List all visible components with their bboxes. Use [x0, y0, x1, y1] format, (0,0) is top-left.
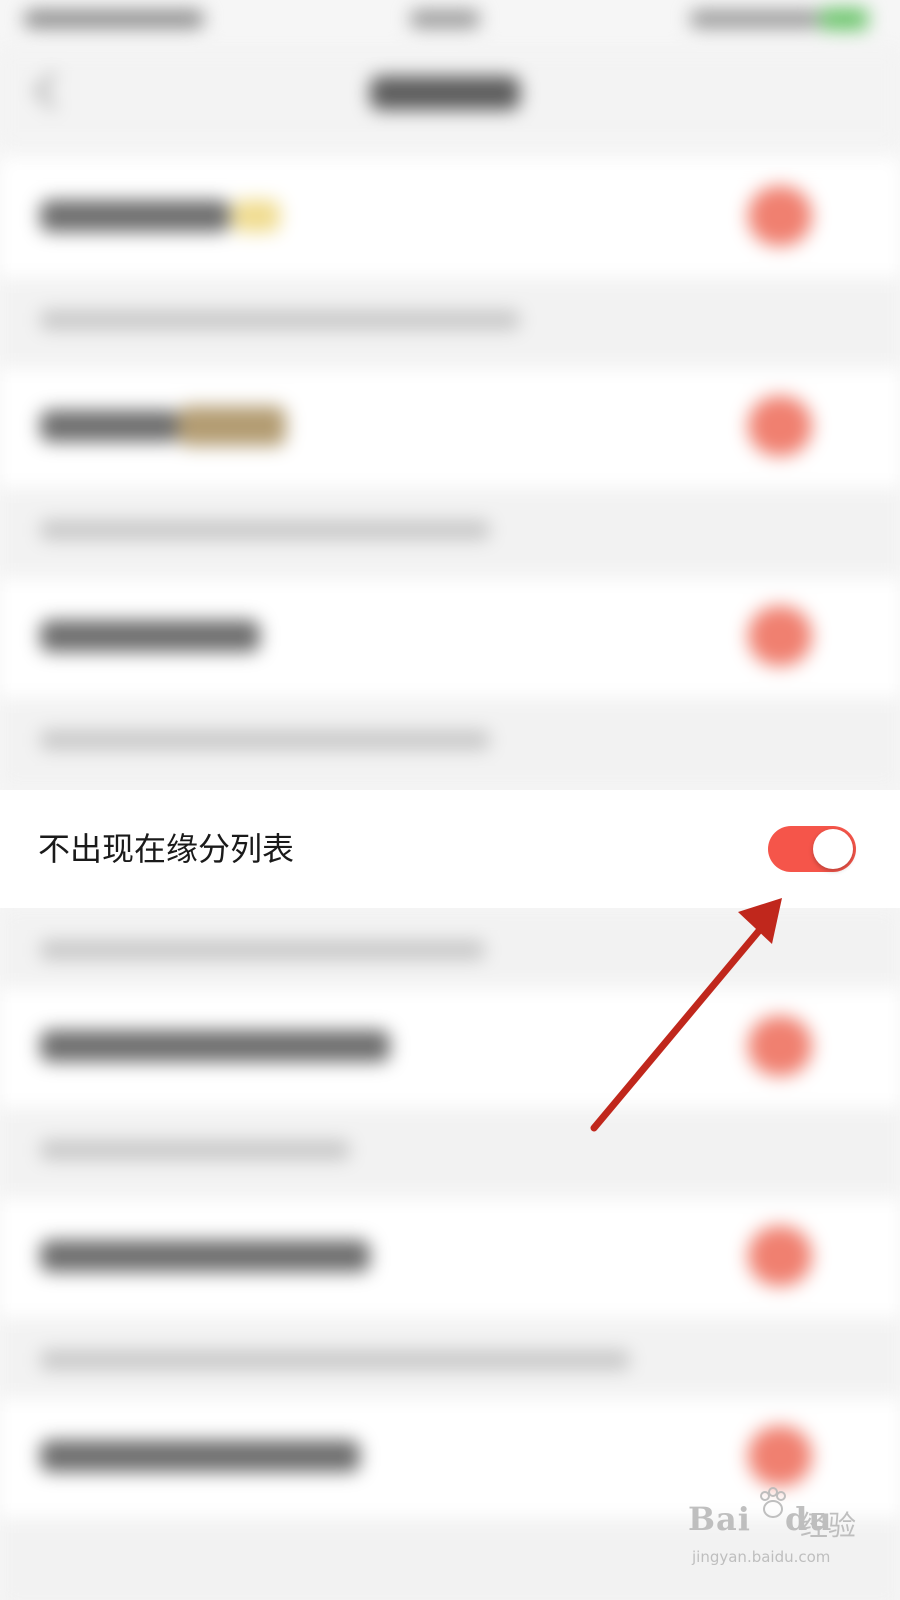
watermark-url: jingyan.baidu.com [692, 1548, 831, 1566]
toggle-switch[interactable] [748, 1016, 812, 1076]
setting-label: 不出现在缘分列表 [38, 830, 295, 868]
status-bar-time [410, 10, 480, 28]
setting-row-1[interactable] [0, 158, 900, 278]
setting-description-6 [0, 1318, 900, 1408]
battery-icon [820, 8, 868, 30]
status-bar [0, 0, 900, 48]
setting-row-5[interactable] [0, 988, 900, 1108]
toggle-knob [813, 829, 853, 869]
back-chevron-icon[interactable] [34, 72, 72, 110]
setting-description-4 [0, 908, 900, 998]
status-bar-indicators [690, 10, 820, 28]
setting-row-2[interactable] [0, 368, 900, 488]
toggle-switch[interactable] [748, 396, 812, 456]
nav-bar [0, 48, 900, 148]
setting-description-2 [0, 488, 900, 578]
toggle-switch[interactable] [748, 1426, 812, 1486]
toggle-switch[interactable] [748, 186, 812, 246]
settings-screen: 不出现在缘分列表 Bai du 经验 jingyan.baidu.com [0, 0, 900, 1600]
setting-row-3[interactable] [0, 578, 900, 698]
setting-description-3 [0, 698, 900, 788]
toggle-switch[interactable] [748, 1226, 812, 1286]
setting-description-1 [0, 278, 900, 368]
watermark-cn-text: 经验 [800, 1509, 857, 1542]
page-title [370, 76, 520, 110]
status-bar-carrier [24, 10, 204, 28]
hide-from-match-list-toggle[interactable] [768, 826, 856, 872]
toggle-switch[interactable] [748, 606, 812, 666]
paw-icon [760, 1487, 786, 1518]
setting-description-5 [0, 1108, 900, 1198]
setting-row-hide-from-match-list[interactable]: 不出现在缘分列表 [0, 790, 900, 908]
setting-row-6[interactable] [0, 1198, 900, 1318]
baidu-jingyan-watermark: Bai du 经验 jingyan.baidu.com [688, 1487, 858, 1580]
